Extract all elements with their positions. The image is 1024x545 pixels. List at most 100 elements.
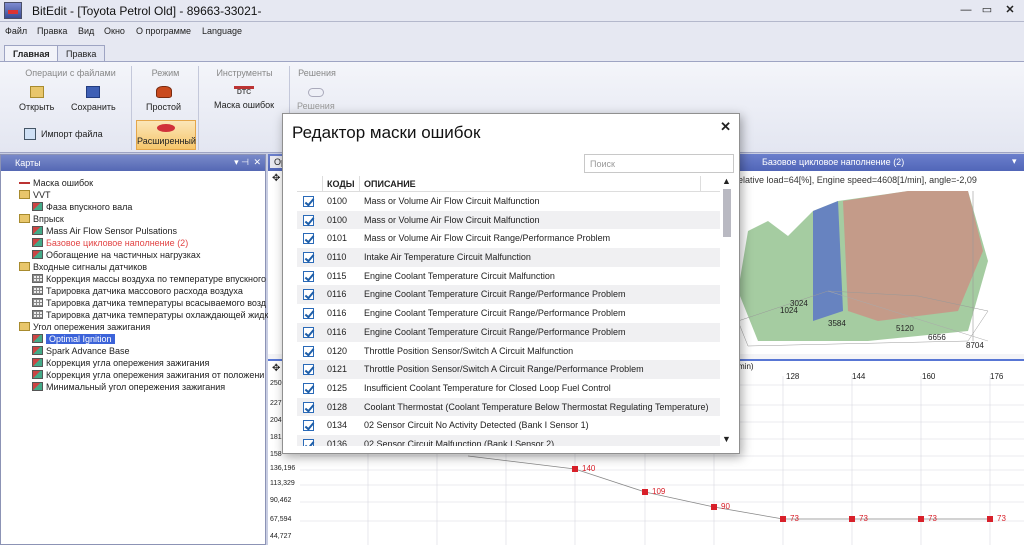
tree-item-min-ignition[interactable]: Минимальный угол опережения зажигания xyxy=(32,381,225,393)
move-icon[interactable]: ✥ xyxy=(272,173,280,184)
enable-checkbox[interactable] xyxy=(303,308,314,320)
column-description[interactable]: ОПИСАНИЕ xyxy=(364,179,416,189)
close-icon[interactable]: ✕ xyxy=(720,119,731,135)
menu-window[interactable]: Окно xyxy=(104,26,125,36)
panel-pin-icon[interactable]: ▾ ⊣ xyxy=(234,157,249,168)
table-icon xyxy=(32,310,43,319)
import-file-button[interactable]: Импорт файла xyxy=(24,128,103,140)
app-icon[interactable] xyxy=(4,2,22,19)
menu-view[interactable]: Вид xyxy=(78,26,94,36)
enable-checkbox[interactable] xyxy=(303,326,314,338)
simple-mode-button[interactable]: Простой xyxy=(146,86,181,112)
menu-language[interactable]: Language xyxy=(202,26,242,36)
point-label: 73 xyxy=(928,514,937,523)
tree-item-ignition-correction[interactable]: Коррекция угла опережения зажигания xyxy=(32,357,209,369)
table-header: КОДЫ ОПИСАНИЕ xyxy=(297,176,720,192)
enable-checkbox[interactable] xyxy=(303,364,314,376)
maps-panel: Карты ▾ ⊣ ✕ Маска ошибок VVT Фаза впускн… xyxy=(0,154,268,545)
ribbon-tabs: Главная Правка xyxy=(0,40,1024,63)
open-button[interactable]: Открыть xyxy=(19,86,54,112)
tree-folder-sensor-inputs[interactable]: Входные сигналы датчиков xyxy=(19,261,147,273)
tree-item-ect-calibration[interactable]: Тарировка датчика температуры охлаждающе… xyxy=(32,309,268,321)
axis-label: 6656 xyxy=(928,333,946,342)
panel-close-icon[interactable]: ✕ xyxy=(253,157,261,168)
tree-folder-vvt[interactable]: VVT xyxy=(19,189,51,201)
enable-checkbox[interactable] xyxy=(303,196,314,207)
tree-item-spark-advance-base[interactable]: Spark Advance Base xyxy=(32,345,130,357)
save-button[interactable]: Сохранить xyxy=(71,86,116,112)
enable-checkbox[interactable] xyxy=(303,345,314,357)
advanced-mode-button[interactable]: Расширенный xyxy=(136,120,196,150)
scroll-down-icon[interactable]: ▼ xyxy=(722,434,731,444)
tree-item-enrichment[interactable]: Обогащение на частичных нагрузках xyxy=(32,249,200,261)
minimize-button[interactable]: — xyxy=(958,3,974,17)
table-row[interactable]: 0116 Engine Coolant Temperature Circuit R… xyxy=(297,304,720,323)
enable-checkbox[interactable] xyxy=(303,401,314,413)
enable-checkbox[interactable] xyxy=(303,420,314,432)
table-row[interactable]: 0116 Engine Coolant Temperature Circuit R… xyxy=(297,285,720,305)
enable-checkbox[interactable] xyxy=(303,270,314,282)
floppy-icon xyxy=(86,86,101,98)
data-point xyxy=(780,516,786,522)
enable-checkbox[interactable] xyxy=(303,214,314,226)
tree-folder-injection[interactable]: Впрыск xyxy=(19,213,64,225)
enable-checkbox[interactable] xyxy=(303,289,314,301)
table-row[interactable]: 0101 Mass or Volume Air Flow Circuit Rang… xyxy=(297,229,720,248)
vertical-scrollbar[interactable]: ▲ ▼ xyxy=(721,176,733,446)
tree-item-dtc-mask[interactable]: Маска ошибок xyxy=(19,177,93,189)
table-row[interactable]: 0100 Mass or Volume Air Flow Circuit Malf… xyxy=(297,210,720,230)
tree-item-maf-calibration[interactable]: Тарировка датчика массового расхода возд… xyxy=(32,285,243,297)
table-row[interactable]: 0115 Engine Coolant Temperature Circuit M… xyxy=(297,267,720,286)
column-codes[interactable]: КОДЫ xyxy=(327,179,355,189)
dtc-mask-editor-dialog: Редактор маски ошибок ✕ КОДЫ ОПИСАНИЕ 01… xyxy=(282,113,740,454)
enable-checkbox[interactable] xyxy=(303,438,314,446)
panel-title: Карты xyxy=(15,158,41,168)
data-point xyxy=(987,516,993,522)
map3d-icon xyxy=(32,202,43,211)
tree-item-air-mass-correction[interactable]: Коррекция массы воздуха по температуре в… xyxy=(32,273,266,285)
axis-label: 5120 xyxy=(896,324,914,333)
table-row[interactable]: 0120 Throttle Position Sensor/Switch A Ci… xyxy=(297,342,720,361)
enable-checkbox[interactable] xyxy=(303,252,314,264)
scroll-thumb[interactable] xyxy=(723,189,731,237)
tree-item-maf-pulsations[interactable]: Mass Air Flow Sensor Pulsations xyxy=(32,225,177,237)
axis-label: 3584 xyxy=(828,319,846,328)
tab-edit[interactable]: Правка xyxy=(57,45,106,62)
tree-item-base-fill[interactable]: Базовое цикловое наполнение (2) xyxy=(32,237,188,249)
table-row[interactable]: 0134 02 Sensor Circuit No Activity Detect… xyxy=(297,416,720,435)
tree-item-iat-calibration[interactable]: Тарировка датчика температуры всасываемо… xyxy=(32,297,266,309)
tree-item-optimal-ignition[interactable]: Optimal Ignition xyxy=(32,333,115,345)
dtc-mask-button[interactable]: DTC Маска ошибок xyxy=(214,86,274,110)
close-window-button[interactable]: ✕ xyxy=(1002,3,1018,17)
data-point xyxy=(849,516,855,522)
point-label: 73 xyxy=(790,514,799,523)
solutions-button[interactable]: Решения xyxy=(297,88,335,111)
table-row[interactable]: 0110 Intake Air Temperature Circuit Malfu… xyxy=(297,248,720,267)
table-row[interactable]: 0116 Engine Coolant Temperature Circuit R… xyxy=(297,322,720,342)
dtc-icon: DTC xyxy=(234,86,255,96)
map3d-icon xyxy=(32,226,43,235)
menu-edit[interactable]: Правка xyxy=(37,26,67,36)
enable-checkbox[interactable] xyxy=(303,233,314,245)
table-row[interactable]: 0100 Mass or Volume Air Flow Circuit Malf… xyxy=(297,192,720,211)
scroll-up-icon[interactable]: ▲ xyxy=(722,176,731,186)
tab-base-fill[interactable]: Базовое цикловое наполнение (2) xyxy=(762,157,904,167)
map3d-icon xyxy=(32,346,43,355)
table-row[interactable]: 0136 02 Sensor Circuit Malfunction (Bank … xyxy=(297,434,720,446)
tab-list-icon[interactable]: ▾ xyxy=(1012,156,1017,167)
menu-about[interactable]: О программе xyxy=(136,26,191,36)
tree-item-intake-phase[interactable]: Фаза впускного вала xyxy=(32,201,132,213)
tree-folder-ignition-timing[interactable]: Угол опережения зажигания xyxy=(19,321,150,333)
search-input[interactable] xyxy=(584,154,734,173)
data-point xyxy=(918,516,924,522)
table-row[interactable]: 0121 Throttle Position Sensor/Switch A Ci… xyxy=(297,360,720,379)
table-row[interactable]: 0125 Insufficient Coolant Temperature for… xyxy=(297,379,720,398)
menu-file[interactable]: Файл xyxy=(5,26,27,36)
axis-label: 1024 xyxy=(780,306,798,315)
restore-button[interactable]: ▭ xyxy=(979,3,995,17)
map3d-icon xyxy=(32,238,43,247)
table-row[interactable]: 0128 Coolant Thermostat (Coolant Temperat… xyxy=(297,397,720,417)
map3d-icon xyxy=(32,334,43,343)
enable-checkbox[interactable] xyxy=(303,382,314,394)
tree-item-ignition-position-correction[interactable]: Коррекция угла опережения зажигания от п… xyxy=(32,369,264,381)
